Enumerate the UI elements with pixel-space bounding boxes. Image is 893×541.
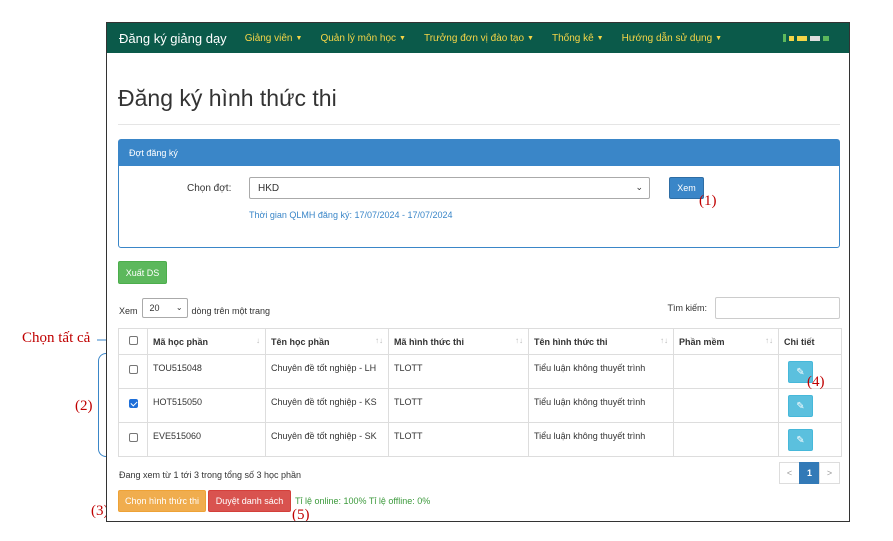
navbar: Đăng ký giảng dạy Giảng viên ▼ Quản lý mô…: [107, 23, 849, 53]
annotation-2: (2): [75, 398, 93, 414]
table-info: Đang xem từ 1 tới 3 trong tổng số 3 học …: [119, 470, 302, 480]
col-chi-tiet: Chi tiết: [778, 328, 842, 355]
courses-table: Mã học phần ↓ Tên học phần ↑↓ Mã hình thức…: [118, 328, 842, 457]
page-length-value: 20: [149, 303, 160, 313]
table-row: HOT515050 Chuyên đề tốt nghiệp - KS TLOT…: [118, 388, 842, 423]
cell-form-name: Tiểu luận không thuyết trình: [528, 354, 674, 389]
col-phan-mem[interactable]: Phần mềm ↑↓: [673, 328, 779, 355]
chevron-down-icon: ⌄: [175, 303, 183, 312]
nav-huong-dan[interactable]: Hướng dẫn sử dụng ▼: [622, 33, 723, 44]
flag-icon: [823, 35, 829, 41]
edit-icon: ✎: [796, 400, 805, 412]
period-select[interactable]: HKD ⌄: [249, 177, 650, 199]
annotation-1: (1): [699, 193, 717, 209]
flag-icon: [789, 35, 794, 41]
table-row: TOU515048 Chuyên đề tốt nghiệp - LH TLOT…: [118, 354, 842, 389]
annotation-select-all: Chọn tất cả: [22, 330, 91, 346]
length-prefix: Xem: [119, 305, 138, 316]
flag-icon: [783, 34, 786, 42]
cell-code: HOT515050: [147, 388, 266, 423]
action-bar: Chọn hình thức thi Duyệt danh sách Tỉ lệ…: [118, 490, 840, 512]
edit-button[interactable]: ✎: [788, 429, 813, 451]
nav-truong-don-vi[interactable]: Trưởng đơn vị đào tạo ▼: [424, 33, 534, 44]
col-ten-hinh-thuc-thi[interactable]: Tên hình thức thi ↑↓: [528, 328, 674, 355]
flag-icons[interactable]: [783, 34, 829, 42]
choose-exam-form-button[interactable]: Chọn hình thức thi: [118, 490, 206, 512]
cell-form-name: Tiểu luận không thuyết trình: [528, 422, 674, 457]
cell-software: [673, 422, 779, 457]
caret-down-icon: ▼: [295, 34, 303, 42]
cell-name: Chuyên đề tốt nghiệp - KS: [265, 388, 389, 423]
row-checkbox[interactable]: [128, 365, 138, 374]
edit-icon: ✎: [796, 434, 805, 446]
table-row: EVE515060 Chuyên đề tốt nghiệp - SK TLOT…: [118, 422, 842, 457]
cell-code: TOU515048: [147, 354, 266, 389]
sort-icon: ↑↓: [765, 336, 773, 345]
caret-down-icon: ▼: [399, 34, 406, 42]
caret-down-icon: ▼: [596, 34, 604, 42]
period-select-value: HKD: [258, 182, 280, 194]
cell-name: Chuyên đề tốt nghiệp - LH: [265, 354, 389, 389]
online-offline-ratio: Tỉ lệ online: 100% Tỉ lệ offline: 0%: [295, 496, 431, 506]
search-input[interactable]: [715, 297, 840, 319]
panel-heading: Đợt đăng ký: [119, 140, 839, 166]
select-all-checkbox[interactable]: [128, 336, 138, 345]
nav-giang-vien[interactable]: Giảng viên ▼: [245, 33, 303, 44]
row-checkbox[interactable]: [128, 433, 138, 442]
col-ma-hoc-phan[interactable]: Mã học phần ↓: [147, 328, 266, 355]
caret-down-icon: ▼: [527, 34, 534, 42]
brand[interactable]: Đăng ký giảng dạy: [119, 31, 227, 46]
approve-list-button[interactable]: Duyệt danh sách: [208, 490, 291, 512]
sort-icon: ↓: [256, 336, 260, 345]
cell-form-code: TLOTT: [388, 388, 529, 423]
annotation-4: (4): [807, 374, 825, 390]
search-label: Tìm kiếm:: [667, 303, 708, 313]
export-button[interactable]: Xuất DS: [118, 261, 167, 284]
cell-form-name: Tiểu luận không thuyết trình: [528, 388, 674, 423]
cell-software: [673, 354, 779, 389]
chevron-down-icon: ⌄: [635, 182, 643, 192]
app-window: Đăng ký giảng dạy Giảng viên ▼ Quản lý mô…: [106, 22, 850, 522]
nav-thong-ke[interactable]: Thống kê ▼: [552, 33, 604, 44]
row-checkbox[interactable]: [128, 399, 138, 408]
table-controls: Xem 20 ⌄ dòng trên một trang Tìm kiếm:: [118, 297, 840, 321]
page-title: Đăng ký hình thức thi: [118, 85, 840, 125]
length-suffix: dòng trên một trang: [191, 305, 271, 316]
caret-down-icon: ▼: [715, 34, 723, 42]
sort-icon: ↑↓: [660, 336, 668, 345]
sort-icon: ↑↓: [515, 336, 523, 345]
cell-code: EVE515060: [147, 422, 266, 457]
flag-icon: [797, 35, 807, 41]
time-note: Thời gian QLMH đăng ký: 17/07/2024 - 17/…: [249, 210, 453, 220]
annotation-5: (5): [292, 507, 310, 522]
select-all-cell: [118, 328, 148, 355]
table-footer: Đang xem từ 1 tới 3 trong tổng số 3 học …: [118, 462, 840, 484]
prev-page-button[interactable]: <: [779, 462, 800, 484]
col-ma-hinh-thuc-thi[interactable]: Mã hình thức thi ↑↓: [388, 328, 529, 355]
sort-icon: ↑↓: [375, 336, 383, 345]
flag-icon: [810, 35, 820, 41]
pagination: < 1 >: [779, 462, 840, 484]
cell-form-code: TLOTT: [388, 354, 529, 389]
edit-button[interactable]: ✎: [788, 395, 813, 417]
table-header-row: Mã học phần ↓ Tên học phần ↑↓ Mã hình thức…: [118, 328, 842, 355]
page-length-select[interactable]: 20 ⌄: [141, 298, 188, 318]
nav-quan-ly-mon-hoc[interactable]: Quản lý môn học ▼: [320, 33, 406, 44]
cell-name: Chuyên đề tốt nghiệp - SK: [265, 422, 389, 457]
col-ten-hoc-phan[interactable]: Tên học phần ↑↓: [265, 328, 389, 355]
cell-form-code: TLOTT: [388, 422, 529, 457]
edit-icon: ✎: [796, 366, 805, 378]
next-page-button[interactable]: >: [819, 462, 840, 484]
select-period-label: Chọn đợt:: [187, 183, 232, 194]
registration-panel: Đợt đăng ký Chọn đợt: HKD ⌄ Xem (1) Thời…: [118, 139, 840, 248]
page-1-button[interactable]: 1: [799, 462, 820, 484]
cell-software: [673, 388, 779, 423]
